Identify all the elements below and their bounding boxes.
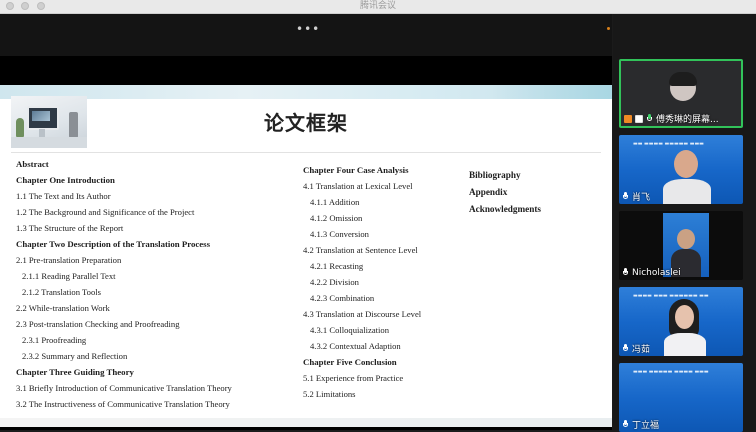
- participants-panel: 傅秀琳的屏幕... ▬▬ ▬▬▬▬ ▬▬▬▬▬ ▬▬▬ 肖飞 Nicholasl…: [613, 14, 756, 432]
- toc-entry: 4.1.3 Conversion: [310, 229, 369, 239]
- document-icon: [635, 114, 643, 123]
- participant-name: 冯茹: [632, 345, 651, 355]
- participant-name: Nicholaslei: [632, 267, 681, 278]
- avatar: [674, 150, 698, 178]
- toc-entry: 4.2.1 Recasting: [310, 261, 364, 271]
- participant-name: 丁立福: [632, 421, 660, 431]
- toc-entry: 4.1 Translation at Lexical Level: [303, 181, 413, 191]
- toc-chapter-heading: Chapter One Introduction: [16, 175, 115, 185]
- window-title-bar: 腾讯会议: [0, 0, 756, 14]
- slide-divider: [11, 152, 601, 153]
- avatar: [677, 229, 695, 249]
- mic-icon: [622, 192, 629, 201]
- toc-entry: 1.3 The Structure of the Report: [16, 223, 124, 233]
- participant-tile-sharer[interactable]: 傅秀琳的屏幕...: [619, 59, 743, 128]
- toc-chapter-heading: Appendix: [469, 187, 508, 197]
- toc-entry: 4.3.2 Contextual Adaption: [310, 341, 401, 351]
- mic-icon: [622, 420, 629, 429]
- toc-entry: 4.2 Translation at Sentence Level: [303, 245, 418, 255]
- shared-screen-area: ••• 论文框架 Abstract Chapter One Introductio…: [0, 14, 612, 430]
- slide-footer-band: [0, 418, 612, 427]
- background-banner: ▬▬▬ ▬▬▬▬▬ ▬▬▬▬ ▬▬▬: [633, 369, 709, 375]
- screen-share-icon: [624, 114, 632, 123]
- toc-entry: 2.3.1 Proofreading: [22, 335, 87, 345]
- slide-title: 论文框架: [264, 111, 348, 135]
- toc-entry: 4.3 Translation at Discourse Level: [303, 309, 422, 319]
- toc-chapter-heading: Chapter Four Case Analysis: [303, 165, 409, 175]
- toc-entry: 2.1.2 Translation Tools: [22, 287, 101, 297]
- participant-tile[interactable]: ▬▬ ▬▬▬▬ ▬▬▬▬▬ ▬▬▬ 肖飞: [619, 135, 743, 204]
- toc-entry: 2.1.1 Reading Parallel Text: [22, 271, 116, 281]
- mic-on-icon: [646, 114, 653, 123]
- toc-entry: 5.1 Experience from Practice: [303, 373, 404, 383]
- toc-chapter-heading: Chapter Five Conclusion: [303, 357, 397, 367]
- toc-entry: 4.2.3 Combination: [310, 293, 375, 303]
- window-title: 腾讯会议: [359, 1, 396, 11]
- toc-entry: 4.1.2 Omission: [310, 213, 363, 223]
- toc-entry: 2.3 Post-translation Checking and Proofr…: [16, 319, 180, 329]
- recording-indicator-icon: [607, 27, 610, 30]
- slide-header-accent: [492, 85, 612, 99]
- participant-tile[interactable]: ▬▬▬ ▬▬▬▬▬ ▬▬▬▬ ▬▬▬ 丁立福: [619, 363, 743, 432]
- toc-entry: 3.2 The Instructiveness of Communicative…: [16, 399, 230, 409]
- participant-name: 傅秀琳的屏幕...: [656, 115, 719, 125]
- toc-entry: 2.2 While-translation Work: [16, 303, 110, 313]
- toc-entry: 5.2 Limitations: [303, 389, 356, 399]
- participant-name: 肖飞: [632, 193, 651, 203]
- toc-entry: 3.1 Briefly Introduction of Communicativ…: [16, 383, 232, 393]
- toc-chapter-heading: Acknowledgments: [469, 204, 541, 214]
- toc-entry: 1.2 The Background and Significance of t…: [16, 207, 195, 217]
- avatar: [675, 305, 694, 329]
- participant-tile[interactable]: ▬▬▬▬ ▬▬▬ ▬▬▬▬▬▬ ▬▬ 冯茹: [619, 287, 743, 356]
- more-options-icon[interactable]: •••: [296, 23, 319, 36]
- toc-entry: 1.1 The Text and Its Author: [16, 191, 111, 201]
- toc-chapter-heading: Chapter Two Description of the Translati…: [16, 239, 211, 249]
- toc-chapter-heading: Abstract: [16, 159, 49, 169]
- mic-icon: [622, 344, 629, 353]
- presentation-slide: 论文框架 Abstract Chapter One Introduction 1.1…: [0, 85, 612, 427]
- mic-icon: [622, 268, 629, 277]
- participant-tile[interactable]: Nicholaslei: [619, 211, 743, 280]
- toc-entry: 4.2.2 Division: [310, 277, 359, 287]
- toc-entry: 2.1 Pre-translation Preparation: [16, 255, 122, 265]
- toc-chapter-heading: Bibliography: [469, 170, 521, 180]
- avatar-hair: [669, 72, 697, 86]
- toc-entry: 4.3.1 Colloquialization: [310, 325, 390, 335]
- toc-chapter-heading: Chapter Three Guiding Theory: [16, 367, 134, 377]
- toc-entry: 4.1.1 Addition: [310, 197, 360, 207]
- background-banner: ▬▬ ▬▬▬▬ ▬▬▬▬▬ ▬▬▬: [633, 141, 704, 147]
- toc-entry: 2.3.2 Summary and Reflection: [22, 351, 128, 361]
